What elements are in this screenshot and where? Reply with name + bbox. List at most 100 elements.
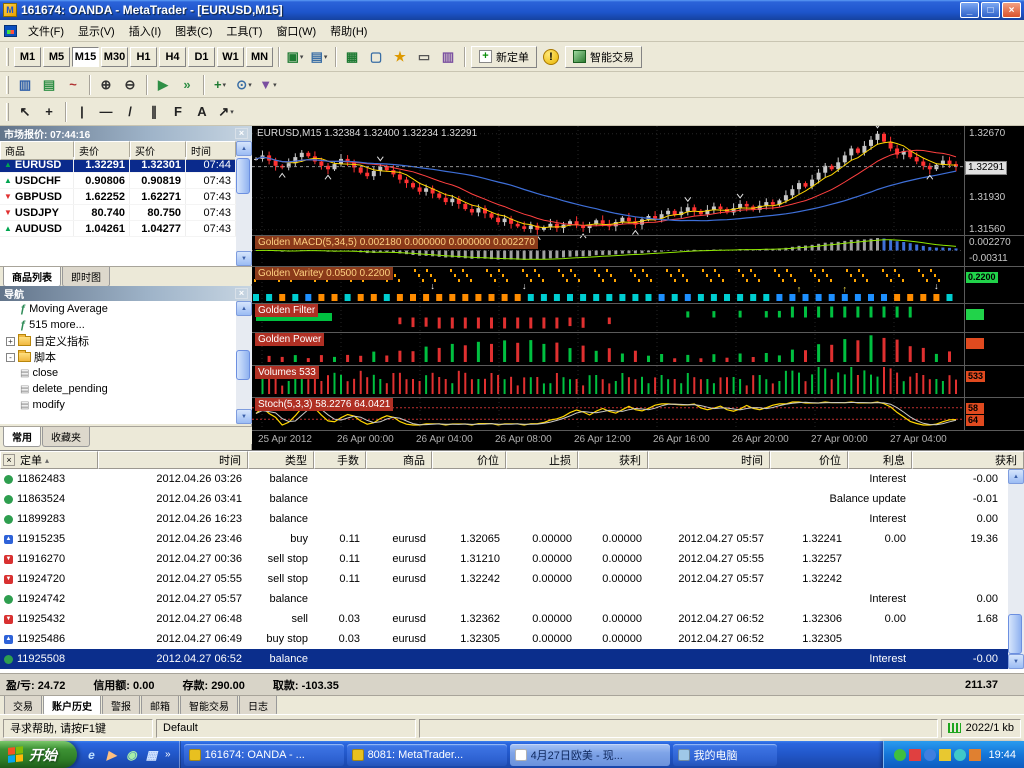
scroll-thumb[interactable]: [236, 350, 250, 380]
history-row-11863524[interactable]: 118635242012.04.26 03:41balanceBalance u…: [0, 489, 1024, 509]
vertical-line-button[interactable]: |: [70, 101, 94, 123]
media-player-icon[interactable]: ▶: [103, 746, 120, 763]
ie-icon[interactable]: e: [83, 746, 100, 763]
terminal-column-10[interactable]: 利息: [848, 451, 912, 469]
tray-icon-2[interactable]: [909, 749, 921, 761]
taskbar-task-1[interactable]: 161674: OANDA - ...: [184, 744, 344, 766]
templates-button[interactable]: ▼▾: [256, 74, 280, 96]
tree-expander-icon[interactable]: -: [6, 353, 15, 362]
history-row-11916270[interactable]: ▼119162702012.04.27 00:36sell stop0.11eu…: [0, 549, 1024, 569]
profiles-button[interactable]: ▤▾: [307, 46, 331, 68]
timeframe-m1-button[interactable]: M1: [14, 47, 41, 67]
navigator-tab-favorites[interactable]: 收藏夹: [42, 427, 90, 447]
navigator-close-icon[interactable]: ×: [235, 288, 248, 299]
navigator-item-515-more[interactable]: ƒ515 more...: [0, 317, 236, 333]
history-row-11925432[interactable]: ▼119254322012.04.27 06:48sell0.03eurusd1…: [0, 609, 1024, 629]
history-row-11899283[interactable]: 118992832012.04.26 16:23balanceInterest0…: [0, 509, 1024, 529]
channel-button[interactable]: ∥: [142, 101, 166, 123]
zoom-in-button[interactable]: ⊕: [94, 74, 118, 96]
chart-shift-button[interactable]: »: [175, 74, 199, 96]
text-button[interactable]: A: [190, 101, 214, 123]
taskbar-task-2[interactable]: 8081: MetaTrader...: [347, 744, 507, 766]
terminal-tab-experts[interactable]: 智能交易: [180, 696, 238, 716]
timeframe-m15-button[interactable]: M15: [72, 47, 99, 67]
terminal-column-8[interactable]: 时间: [648, 451, 770, 469]
menu-item-tools[interactable]: 工具(T): [219, 20, 269, 42]
terminal-column-0[interactable]: ×定单▴: [0, 451, 98, 469]
market-watch-row-gbpusd[interactable]: ▼GBPUSD1.622521.6227107:43: [0, 189, 236, 205]
history-row-11915235[interactable]: ▲119152352012.04.26 23:46buy0.11eurusd1.…: [0, 529, 1024, 549]
cursor-button[interactable]: ↖: [13, 101, 37, 123]
terminal-tab-mailbox[interactable]: 邮箱: [141, 696, 179, 716]
navigator-item-scripts[interactable]: -脚本: [0, 349, 236, 365]
navigator-item-delete-pending[interactable]: ▤delete_pending: [0, 381, 236, 397]
terminal-tab-trade[interactable]: 交易: [4, 696, 42, 716]
navigator-item-custom-indicators[interactable]: +自定义指标: [0, 333, 236, 349]
history-row-11924742[interactable]: 119247422012.04.27 05:57balanceInterest0…: [0, 589, 1024, 609]
history-row-11925486[interactable]: ▲119254862012.04.27 06:49buy stop0.03eur…: [0, 629, 1024, 649]
chart-line-button[interactable]: ~: [61, 74, 85, 96]
menu-item-insert[interactable]: 插入(I): [122, 20, 168, 42]
terminal-column-6[interactable]: 止损: [506, 451, 578, 469]
trendline-button[interactable]: /: [118, 101, 142, 123]
navigator-item-close[interactable]: ▤close: [0, 365, 236, 381]
navigator-item-moving-average[interactable]: ƒMoving Average: [0, 301, 236, 317]
periods-button[interactable]: ⊙▾: [232, 74, 256, 96]
chart-candles-button[interactable]: ▤: [37, 74, 61, 96]
close-button[interactable]: ×: [1002, 2, 1021, 18]
timeframe-d1-button[interactable]: D1: [188, 47, 215, 67]
history-row-11862483[interactable]: 118624832012.04.26 03:26balanceInterest-…: [0, 469, 1024, 489]
scroll-down-icon[interactable]: ▼: [1008, 654, 1024, 669]
scroll-thumb[interactable]: [236, 158, 250, 194]
tray-icon-5[interactable]: [954, 749, 966, 761]
tree-expander-icon[interactable]: +: [6, 337, 15, 346]
tray-icon-1[interactable]: [894, 749, 906, 761]
menu-item-view[interactable]: 显示(V): [71, 20, 122, 42]
timeframe-h4-button[interactable]: H4: [159, 47, 186, 67]
new-chart-button[interactable]: ▣▾: [283, 46, 307, 68]
market-watch-row-usdjpy[interactable]: ▼USDJPY80.74080.75007:43: [0, 205, 236, 221]
navigator-scrollbar[interactable]: ▲▼: [236, 301, 252, 424]
quick-launch-chevron-icon[interactable]: »: [163, 749, 173, 760]
history-row-11924720[interactable]: ▼119247202012.04.27 05:55sell stop0.11eu…: [0, 569, 1024, 589]
timeframe-m30-button[interactable]: M30: [101, 47, 128, 67]
timeframe-m5-button[interactable]: M5: [43, 47, 70, 67]
terminal-column-3[interactable]: 手数: [314, 451, 366, 469]
menu-item-window[interactable]: 窗口(W): [269, 20, 323, 42]
market-watch-close-icon[interactable]: ×: [235, 128, 248, 139]
market-watch-row-usdchf[interactable]: ▲USDCHF0.908060.9081907:43: [0, 173, 236, 189]
crosshair-button[interactable]: +: [37, 101, 61, 123]
menu-item-file[interactable]: 文件(F): [21, 20, 71, 42]
indicators-add-button[interactable]: +▾: [208, 74, 232, 96]
restore-button[interactable]: □: [981, 2, 1000, 18]
terminal-tab-alerts[interactable]: 警报: [102, 696, 140, 716]
scroll-up-icon[interactable]: ▲: [236, 141, 252, 156]
minimize-button[interactable]: _: [960, 2, 979, 18]
favorites-button[interactable]: ★: [388, 46, 412, 68]
market-watch-tab-tick-chart[interactable]: 即时图: [62, 267, 110, 287]
arrows-button[interactable]: ↗▾: [214, 101, 238, 123]
titlebar[interactable]: M 161674: OANDA - MetaTrader - [EURUSD,M…: [0, 0, 1024, 20]
horizontal-line-button[interactable]: —: [94, 101, 118, 123]
terminal-scrollbar[interactable]: ▲▼: [1008, 469, 1024, 669]
market-watch-scrollbar[interactable]: ▲▼: [236, 141, 252, 266]
terminal-column-1[interactable]: 时间: [98, 451, 248, 469]
timeframe-h1-button[interactable]: H1: [130, 47, 157, 67]
scroll-up-icon[interactable]: ▲: [236, 301, 252, 316]
chart-area[interactable]: ↓↓↑↑↓ EURUSD,M15 1.32384 1.32400 1.32234…: [252, 126, 1024, 450]
tray-icon-3[interactable]: [924, 749, 936, 761]
navigator-item-modify[interactable]: ▤modify: [0, 397, 236, 413]
show-desktop-icon[interactable]: ▦: [143, 746, 160, 763]
auto-scroll-button[interactable]: ▶: [151, 74, 175, 96]
start-button[interactable]: 开始: [0, 741, 77, 768]
timeframe-w1-button[interactable]: W1: [217, 47, 244, 67]
terminal-panel-button[interactable]: ▭: [412, 46, 436, 68]
market-watch-row-audusd[interactable]: ▲AUDUSD1.042611.0427707:43: [0, 221, 236, 237]
scroll-down-icon[interactable]: ▼: [236, 251, 252, 266]
terminal-column-4[interactable]: 商品: [366, 451, 432, 469]
navigator-tab-common[interactable]: 常用: [3, 427, 41, 447]
terminal-close-button[interactable]: ×: [3, 454, 15, 466]
history-row-11925508[interactable]: 119255082012.04.27 06:52balanceInterest-…: [0, 649, 1024, 669]
tray-icon-6[interactable]: [969, 749, 981, 761]
chart-bars-button[interactable]: ▥: [13, 74, 37, 96]
